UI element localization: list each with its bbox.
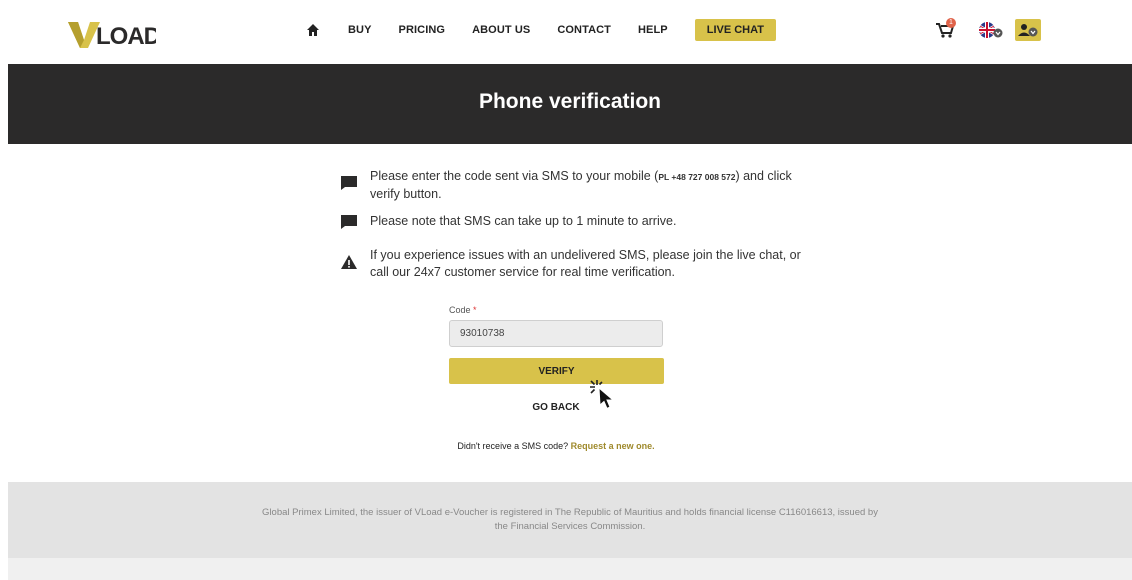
account-menu[interactable] <box>1015 19 1041 41</box>
go-back-link[interactable]: GO BACK <box>0 402 1112 413</box>
phone-number: PL +48 727 008 572 <box>658 172 736 182</box>
legal-notice: Global Primex Limited, the issuer of VLo… <box>262 507 878 532</box>
code-label-text: Code <box>449 305 471 315</box>
instruction-undelivered-sms: If you experience issues with an undeliv… <box>340 247 810 281</box>
main-nav: BUY PRICING ABOUT US CONTACT HELP LIVE C… <box>306 19 776 41</box>
home-icon[interactable] <box>306 23 320 37</box>
nav-buy[interactable]: BUY <box>348 24 372 36</box>
top-navigation-bar: LOAD BUY PRICING ABOUT US CONTACT HELP L… <box>0 0 1132 64</box>
nav-about-us[interactable]: ABOUT US <box>472 24 530 36</box>
page-header-banner: Phone verification <box>8 64 1132 144</box>
svg-text:LOAD: LOAD <box>96 23 156 50</box>
required-marker: * <box>473 305 477 315</box>
nav-pricing[interactable]: PRICING <box>399 24 446 36</box>
cart-count-badge: 1 <box>946 18 956 28</box>
nav-contact[interactable]: CONTACT <box>557 24 611 36</box>
vload-logo[interactable]: LOAD <box>66 14 162 50</box>
instruction-text: If you experience issues with an undeliv… <box>370 248 801 279</box>
code-field-label: Code * <box>449 305 477 315</box>
instruction-text: Please enter the code sent via SMS to yo… <box>370 169 659 183</box>
request-new-code-link[interactable]: Request a new one. <box>571 441 655 451</box>
code-input[interactable] <box>449 320 663 347</box>
footer-bottom-strip <box>8 558 1132 580</box>
instruction-sms-code: Please enter the code sent via SMS to yo… <box>340 168 810 203</box>
speech-bubble-icon <box>341 215 357 229</box>
speech-bubble-icon <box>341 176 357 190</box>
warning-icon <box>341 255 357 269</box>
legal-footer: Global Primex Limited, the issuer of VLo… <box>8 482 1132 558</box>
instruction-text: Please note that SMS can take up to 1 mi… <box>370 214 677 228</box>
language-selector[interactable] <box>978 20 1004 40</box>
resend-code-line: Didn't receive a SMS code? Request a new… <box>0 441 1112 451</box>
live-chat-button[interactable]: LIVE CHAT <box>694 19 776 41</box>
page-title: Phone verification <box>478 90 662 113</box>
instruction-sms-delay: Please note that SMS can take up to 1 mi… <box>340 213 810 230</box>
verify-button[interactable]: VERIFY <box>449 358 664 384</box>
user-icon <box>1018 24 1038 37</box>
resend-prompt: Didn't receive a SMS code? <box>457 441 569 451</box>
nav-help[interactable]: HELP <box>638 24 668 36</box>
cart-button[interactable]: 1 <box>934 18 958 42</box>
uk-flag-icon <box>979 22 1003 38</box>
